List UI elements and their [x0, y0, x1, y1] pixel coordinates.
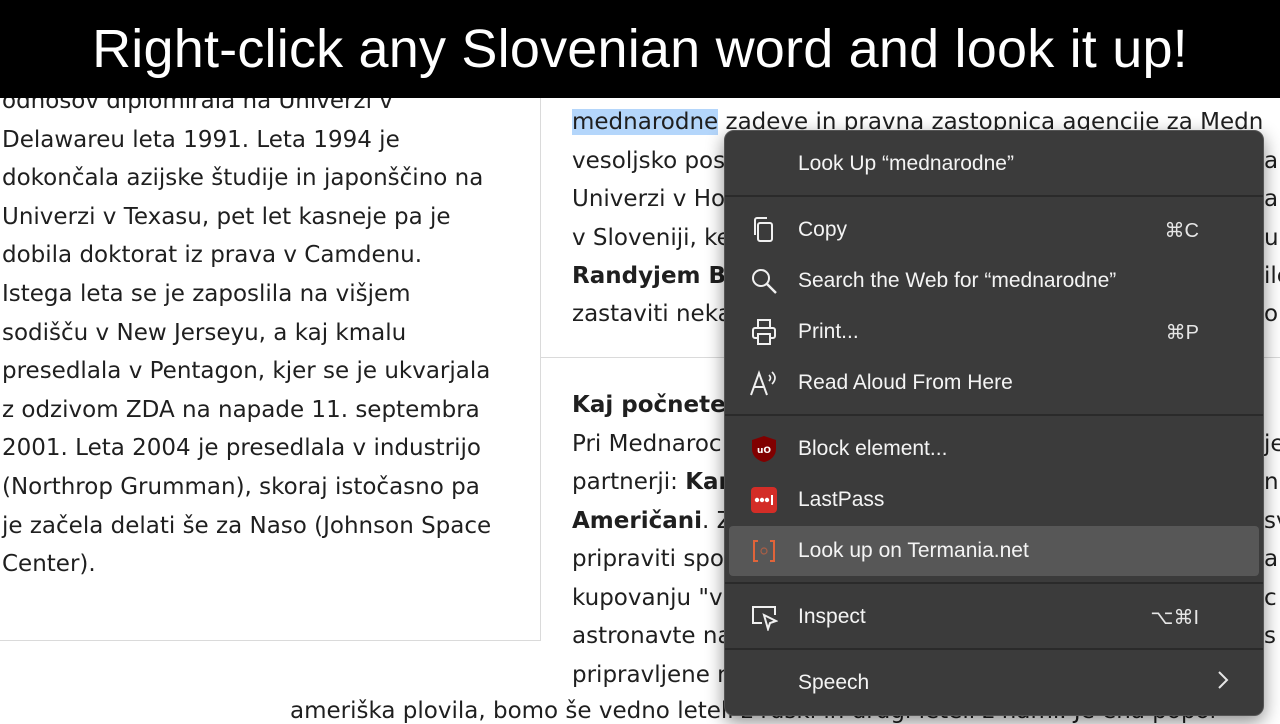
article-line-fragment: s [1264, 623, 1276, 649]
left-article-line: Istega leta se je zaposlila na višjem [2, 280, 411, 307]
article-line-fragment: u [1264, 225, 1279, 251]
menu-item-inspect[interactable]: Inspect ⌥⌘I [725, 592, 1263, 642]
article-line: Pri Mednaroc [572, 431, 722, 457]
copy-icon [749, 215, 779, 245]
article-line: Američani. Z [572, 508, 733, 534]
termania-icon [749, 536, 779, 566]
article-line: v Sloveniji, ke [572, 225, 731, 251]
menu-separator [725, 582, 1263, 584]
article-line-fragment: a [1264, 186, 1279, 212]
article-line: kupovanju "v [572, 585, 723, 611]
article-line: pripraviti spo [572, 546, 724, 572]
menu-item-termania[interactable]: Look up on Termania.net [729, 526, 1259, 576]
ublock-icon: uO [749, 434, 779, 464]
article-line-fragment: o [1264, 301, 1279, 327]
inspect-icon [749, 602, 779, 632]
menu-item-search-web[interactable]: Search the Web for “mednarodne” [725, 256, 1263, 306]
menu-item-read-aloud[interactable]: Read Aloud From Here [725, 358, 1263, 408]
article-line: partnerji: Kar [572, 469, 730, 495]
article-line-fragment: a [1264, 546, 1279, 572]
article-line-bold: Randyjem B [572, 263, 727, 289]
left-article-line: Center). [2, 551, 96, 578]
search-icon [749, 266, 779, 296]
banner-text: Right-click any Slovenian word and look … [92, 19, 1188, 79]
left-article-text: odnosov diplomirala na Univerzi v Delawar… [2, 82, 532, 584]
menu-item-speech[interactable]: Speech [725, 658, 1263, 708]
left-article-line: 2001. Leta 2004 je presedlala v industri… [2, 435, 481, 462]
article-line: astronavte na [572, 623, 732, 649]
article-line: vesoljsko pos [572, 148, 726, 174]
printer-icon [749, 317, 779, 347]
title-banner: Right-click any Slovenian word and look … [0, 0, 1280, 98]
article-line: zastaviti neka [572, 301, 732, 327]
left-article-column: odnosov diplomirala na Univerzi v Delawar… [0, 82, 541, 641]
lastpass-icon [749, 485, 779, 515]
left-article-line: je začela delati še za Naso (Johnson Spa… [2, 512, 492, 539]
selected-word[interactable]: mednarodne [572, 109, 719, 135]
article-line: pripravljene n [572, 662, 732, 688]
article-line-fragment: je [1264, 431, 1280, 457]
left-article-line: sodišču v New Jerseyu, a kaj kmalu [2, 319, 407, 346]
article-line-fragment: c [1264, 585, 1277, 611]
article-line: Univerzi v Ho [572, 186, 726, 212]
menu-separator [725, 648, 1263, 650]
menu-separator [725, 195, 1263, 197]
left-article-line: presedlala v Pentagon, kjer se je ukvarj… [2, 358, 491, 385]
left-article-line: Delawareu leta 1991. Leta 1994 je [2, 126, 400, 153]
context-menu: Look Up “mednarodne” Copy ⌘C Search the … [724, 130, 1264, 716]
menu-item-print[interactable]: Print... ⌘P [725, 307, 1263, 357]
section-heading: Kaj počnete [572, 392, 726, 418]
menu-item-copy[interactable]: Copy ⌘C [725, 205, 1263, 255]
chevron-right-icon [1217, 670, 1229, 696]
article-line-fragment: ile [1264, 263, 1280, 289]
menu-separator [725, 414, 1263, 416]
left-article-line: (Northrop Grumman), skoraj istočasno pa [2, 473, 480, 500]
left-article-line: z odzivom ZDA na napade 11. septembra [2, 396, 480, 423]
menu-item-look-up[interactable]: Look Up “mednarodne” [725, 139, 1263, 189]
left-article-line: Univerzi v Texasu, pet let kasneje pa je [2, 203, 451, 230]
left-article-line: dokončala azijske študije in japonščino … [2, 165, 484, 192]
menu-item-lastpass[interactable]: LastPass [725, 475, 1263, 525]
menu-item-block-element[interactable]: uO Block element... [725, 424, 1263, 474]
article-line-fragment: sv [1264, 508, 1280, 534]
svg-text:uO: uO [757, 446, 771, 456]
article-line-fragment: a [1264, 148, 1279, 174]
left-article-line: dobila doktorat iz prava v Camdenu. [2, 242, 423, 269]
article-line-fragment: n [1264, 469, 1279, 495]
read-aloud-icon [749, 368, 779, 398]
